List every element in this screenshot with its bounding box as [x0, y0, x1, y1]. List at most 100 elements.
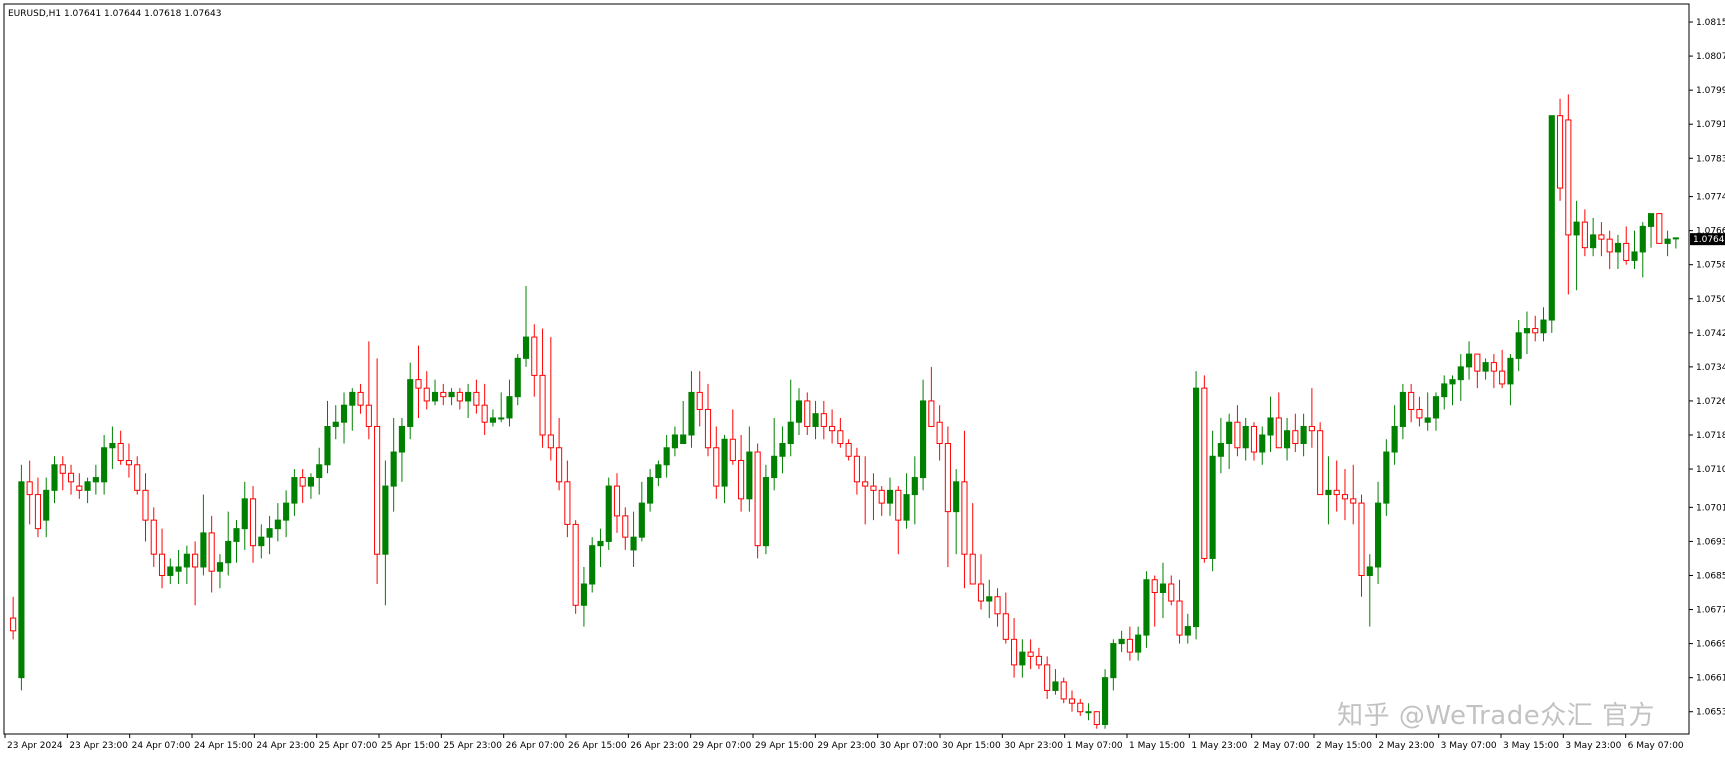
candle-body	[18, 481, 25, 679]
candle-body	[167, 566, 174, 576]
candle-body	[1110, 643, 1117, 679]
candle-body	[1060, 681, 1067, 700]
y-tick-label: 1.0718	[1696, 431, 1725, 441]
candle-body	[1159, 583, 1167, 594]
x-tick-label: 29 Apr 23:00	[817, 741, 876, 751]
x-tick-label: 25 Apr 07:00	[319, 741, 378, 751]
candle-body	[721, 438, 728, 487]
candle-body	[258, 536, 265, 547]
symbol-info-line: EURUSD,H1 1.07641 1.07644 1.07618 1.0764…	[8, 9, 221, 19]
x-tick-label: 2 May 15:00	[1316, 741, 1372, 751]
candle-body	[1540, 319, 1547, 334]
candle-body	[746, 451, 753, 500]
candle-body	[1168, 583, 1175, 602]
candle-body	[870, 485, 877, 491]
candle-body	[423, 387, 430, 402]
candle-body	[680, 434, 687, 445]
candle-body	[1499, 370, 1506, 385]
candle-body	[597, 540, 604, 547]
candle-body	[1374, 502, 1382, 568]
x-tick-label: 3 May 23:00	[1565, 741, 1621, 751]
y-tick-label: 1.0783	[1696, 154, 1725, 164]
candle-body	[1234, 421, 1241, 449]
candle-body	[1077, 702, 1084, 713]
x-tick-label: 2 May 07:00	[1254, 741, 1310, 751]
candle-body	[1259, 434, 1266, 453]
y-tick-label: 1.0774	[1696, 193, 1725, 203]
y-tick-label: 1.0693	[1696, 537, 1725, 547]
candle-body	[953, 481, 960, 513]
y-tick-label: 1.0807	[1696, 52, 1725, 62]
candle-body	[1416, 408, 1423, 419]
x-tick-label: 23 Apr 23:00	[69, 741, 128, 751]
candle-body	[944, 443, 951, 513]
x-tick-label: 26 Apr 07:00	[506, 741, 565, 751]
candle-body	[547, 434, 554, 449]
y-tick-label: 1.0677	[1696, 606, 1725, 616]
candle-body	[1242, 425, 1249, 449]
candle-body	[613, 485, 621, 517]
candle-body	[738, 460, 745, 500]
candle-body	[928, 400, 935, 427]
candle-body	[76, 485, 83, 491]
candle-body	[1093, 711, 1100, 725]
y-tick-label: 1.0669	[1696, 640, 1725, 650]
candle-body	[1523, 328, 1531, 334]
candle-body	[886, 489, 894, 504]
candle-body	[233, 528, 240, 542]
candle-body	[1383, 451, 1390, 504]
candle-body	[1532, 328, 1539, 334]
candle-body	[1614, 242, 1622, 253]
candle-body	[43, 489, 50, 521]
candle-body	[390, 451, 397, 487]
y-tick-label: 1.0742	[1696, 329, 1725, 339]
candle-body	[853, 455, 860, 483]
candle-body	[787, 421, 794, 445]
candle-body	[1606, 238, 1613, 253]
candle-body	[762, 477, 769, 547]
candle-body	[655, 464, 662, 479]
candle-body	[1226, 421, 1233, 445]
candle-body	[1548, 115, 1555, 321]
candle-body	[671, 434, 678, 449]
candle-body	[1465, 353, 1473, 368]
candle-body	[216, 562, 224, 572]
x-tick-label: 1 May 23:00	[1191, 741, 1247, 751]
candle-body	[754, 451, 761, 547]
candle-body	[969, 553, 976, 585]
candle-body	[564, 481, 571, 525]
candle-body	[729, 438, 736, 462]
candle-body	[1424, 417, 1431, 423]
candle-body	[51, 464, 58, 491]
x-tick-label: 1 May 15:00	[1129, 741, 1185, 751]
x-tick-label: 26 Apr 15:00	[568, 741, 627, 751]
candle-body	[1507, 357, 1514, 385]
candle-body	[977, 583, 985, 602]
candle-body	[903, 494, 910, 521]
candle-body	[125, 460, 133, 466]
candle-body	[1267, 417, 1274, 436]
plot-frame	[3, 3, 1690, 735]
candle-body	[274, 519, 281, 530]
candle-body	[1432, 396, 1440, 419]
candle-body	[440, 391, 447, 398]
chart-window: EURUSD,H1 1.07641 1.07644 1.07618 1.0764…	[0, 0, 1725, 756]
candle-body	[498, 417, 505, 420]
candle-body	[1358, 502, 1365, 576]
candle-body	[630, 536, 637, 551]
candle	[1193, 371, 1200, 640]
candle-body	[142, 489, 149, 521]
candle-body	[556, 447, 563, 483]
candle-body	[961, 481, 968, 555]
candle-body	[1317, 430, 1324, 496]
x-tick-label: 26 Apr 23:00	[630, 741, 689, 751]
candle-body	[522, 336, 530, 359]
candle-body	[605, 485, 612, 542]
y-tick-label: 1.0799	[1696, 86, 1725, 96]
candle-body	[208, 532, 215, 572]
candle-body	[531, 336, 538, 376]
candle-body	[506, 396, 513, 419]
candle-body	[779, 443, 786, 457]
candle-body	[340, 404, 348, 423]
candle-body	[92, 477, 99, 483]
